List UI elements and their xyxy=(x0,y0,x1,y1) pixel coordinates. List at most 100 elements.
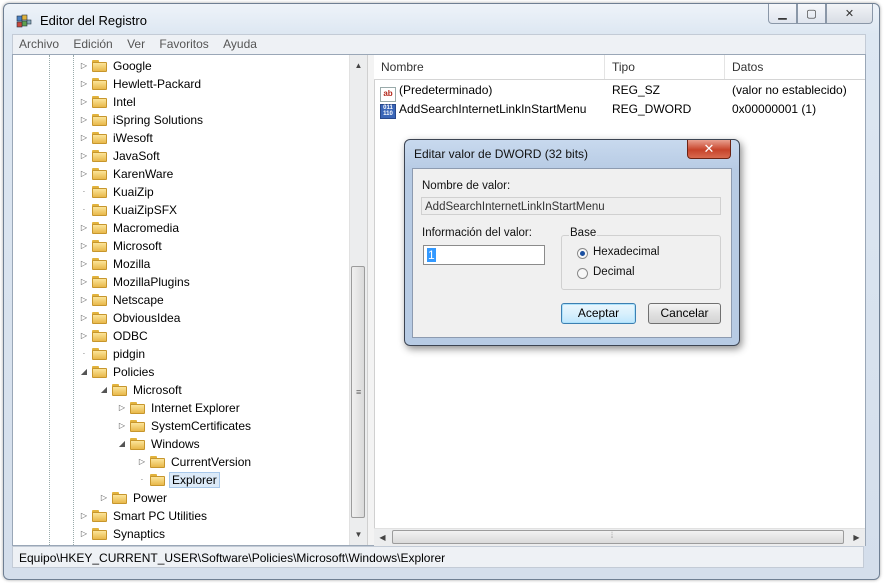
maximize-button[interactable]: ▢ xyxy=(797,4,826,24)
column-header-data[interactable]: Datos xyxy=(725,55,865,79)
expand-arrow-icon[interactable]: ▷ xyxy=(79,57,89,75)
menu-ver[interactable]: Ver xyxy=(121,35,150,51)
expand-arrow-icon[interactable]: ▷ xyxy=(79,525,89,543)
tree-item[interactable]: ▷ iSpring Solutions xyxy=(79,111,205,129)
close-button[interactable]: ✕ xyxy=(826,4,873,24)
list-row[interactable]: ab (Predeterminado) REG_SZ (valor no esta… xyxy=(374,81,865,102)
list-scroll-thumb[interactable]: ⦙ xyxy=(392,530,844,544)
expand-arrow-icon[interactable]: ▷ xyxy=(99,489,109,507)
tree-guide-line xyxy=(73,55,74,545)
tree-item[interactable]: ▷ Smart PC Utilities xyxy=(79,507,209,525)
collapse-arrow-icon[interactable]: ◢ xyxy=(99,381,109,399)
tree-item[interactable]: ▷ MozillaPlugins xyxy=(79,273,192,291)
ok-button[interactable]: Aceptar xyxy=(561,303,636,324)
menu-edicion[interactable]: Edición xyxy=(67,35,117,51)
menu-ayuda[interactable]: Ayuda xyxy=(217,35,262,51)
expand-arrow-icon[interactable]: ▷ xyxy=(79,93,89,111)
expand-arrow-icon[interactable]: ▷ xyxy=(117,417,127,435)
tree-item[interactable]: ▷ Microsoft xyxy=(79,237,164,255)
tree-item[interactable]: ▷ Mozilla xyxy=(79,255,152,273)
expand-arrow-icon[interactable]: ▷ xyxy=(79,291,89,309)
tree-item[interactable]: ▷ iWesoft xyxy=(79,129,155,147)
value-data: (valor no establecido) xyxy=(732,83,847,97)
expand-arrow-icon[interactable]: ▷ xyxy=(79,507,89,525)
status-path: Equipo\HKEY_CURRENT_USER\Software\Polici… xyxy=(19,551,446,565)
expand-arrow-icon[interactable]: ▷ xyxy=(79,111,89,129)
expand-arrow-icon[interactable]: ▷ xyxy=(117,399,127,417)
collapse-arrow-icon[interactable]: ◢ xyxy=(117,435,127,453)
expand-arrow-icon[interactable]: ▷ xyxy=(79,327,89,345)
radio-hexadecimal[interactable] xyxy=(577,248,588,259)
tree-item-label: KarenWare xyxy=(113,167,174,181)
folder-icon xyxy=(92,186,107,198)
expand-arrow-icon[interactable]: ▷ xyxy=(79,147,89,165)
tree-item[interactable]: ▷ Hewlett-Packard xyxy=(79,75,203,93)
folder-icon xyxy=(112,384,127,396)
value-data-input[interactable]: 1 xyxy=(423,245,545,265)
folder-icon xyxy=(92,222,107,234)
tree-item[interactable]: ▷ JavaSoft xyxy=(79,147,162,165)
menu-favoritos[interactable]: Favoritos xyxy=(153,35,213,51)
dialog-close-button[interactable]: ✕ xyxy=(687,140,731,159)
expand-arrow-icon[interactable]: ▷ xyxy=(137,453,147,471)
tree-item[interactable]: · Explorer xyxy=(137,471,220,489)
expand-arrow-icon[interactable]: ▷ xyxy=(79,237,89,255)
tree-item[interactable]: · pidgin xyxy=(79,345,147,363)
list-row[interactable]: 011 110 AddSearchInternetLinkInStartMenu R… xyxy=(374,100,865,119)
column-header-type[interactable]: Tipo xyxy=(605,55,725,79)
expand-arrow-icon[interactable]: ▷ xyxy=(79,309,89,327)
expand-arrow-icon[interactable]: ▷ xyxy=(79,255,89,273)
tree-item[interactable]: ◢ Microsoft xyxy=(99,381,184,399)
tree-item[interactable]: ▷ Internet Explorer xyxy=(117,399,242,417)
tree-scroll-thumb[interactable]: ≡ xyxy=(351,266,365,518)
expand-arrow-icon[interactable]: ▷ xyxy=(79,219,89,237)
tree-item[interactable]: ▷ Intel xyxy=(79,93,138,111)
expand-arrow-icon[interactable]: ▷ xyxy=(79,129,89,147)
scroll-right-arrow-icon[interactable]: ▶ xyxy=(848,529,865,546)
tree-item[interactable]: ▷ SystemCertificates xyxy=(117,417,253,435)
tree-item[interactable]: · KuaiZipSFX xyxy=(79,201,179,219)
scroll-left-arrow-icon[interactable]: ◀ xyxy=(374,529,391,546)
tree-item[interactable]: ▷ Google xyxy=(79,57,154,75)
expand-arrow-icon[interactable]: ▷ xyxy=(79,273,89,291)
tree-vertical-scrollbar[interactable]: ▲ ≡ ▼ xyxy=(349,55,367,545)
tree-item[interactable]: ▷ ObviousIdea xyxy=(79,309,182,327)
close-icon: ✕ xyxy=(844,8,855,20)
tree-item[interactable]: ◢ Policies xyxy=(79,363,156,381)
tree-item[interactable]: ▷ KarenWare xyxy=(79,165,175,183)
registry-tree[interactable]: ▷ Google ▷ Hewlett-Packard ▷ Intel ▷ iSpring So… xyxy=(13,55,367,545)
scroll-down-arrow-icon[interactable]: ▼ xyxy=(350,526,367,543)
tree-item[interactable]: · KuaiZip xyxy=(79,183,156,201)
expand-arrow-icon[interactable]: ▷ xyxy=(79,165,89,183)
tree-item[interactable]: ▷ ODBC xyxy=(79,327,150,345)
close-icon: ✕ xyxy=(703,141,715,156)
tree-item[interactable]: ▷ Netscape xyxy=(79,291,166,309)
folder-icon xyxy=(92,258,107,270)
tree-item[interactable]: ▷ Power xyxy=(99,489,169,507)
menu-archivo[interactable]: Archivo xyxy=(13,35,64,51)
tree-item[interactable]: ◢ Windows xyxy=(117,435,202,453)
expand-arrow-icon[interactable]: ▷ xyxy=(79,75,89,93)
tree-item-label: Internet Explorer xyxy=(151,401,240,415)
folder-icon xyxy=(92,132,107,144)
registry-editor-icon xyxy=(16,14,32,28)
column-header-name[interactable]: Nombre xyxy=(374,55,605,79)
radio-decimal-label[interactable]: Decimal xyxy=(593,266,635,278)
tree-item[interactable]: ▷ Synaptics xyxy=(79,525,167,543)
tree-item[interactable]: ▷ CurrentVersion xyxy=(137,453,253,471)
tree-item-label: Macromedia xyxy=(113,221,180,235)
scroll-up-arrow-icon[interactable]: ▲ xyxy=(350,57,367,74)
tree-item[interactable]: ▷ Macromedia xyxy=(79,219,181,237)
folder-icon xyxy=(92,78,107,90)
cancel-button[interactable]: Cancelar xyxy=(648,303,721,324)
folder-icon xyxy=(92,96,107,108)
collapse-arrow-icon[interactable]: ◢ xyxy=(79,363,89,381)
title-bar[interactable]: Editor del Registro ▁ ▢ ✕ xyxy=(4,4,879,36)
list-horizontal-scrollbar[interactable]: ◀ ⦙ ▶ xyxy=(374,528,865,546)
folder-icon xyxy=(92,366,107,378)
tree-item-label: Explorer xyxy=(169,472,220,488)
minimize-button[interactable]: ▁ xyxy=(768,4,797,24)
radio-hexadecimal-label[interactable]: Hexadecimal xyxy=(593,246,659,258)
radio-decimal[interactable] xyxy=(577,268,588,279)
folder-icon xyxy=(92,348,107,360)
